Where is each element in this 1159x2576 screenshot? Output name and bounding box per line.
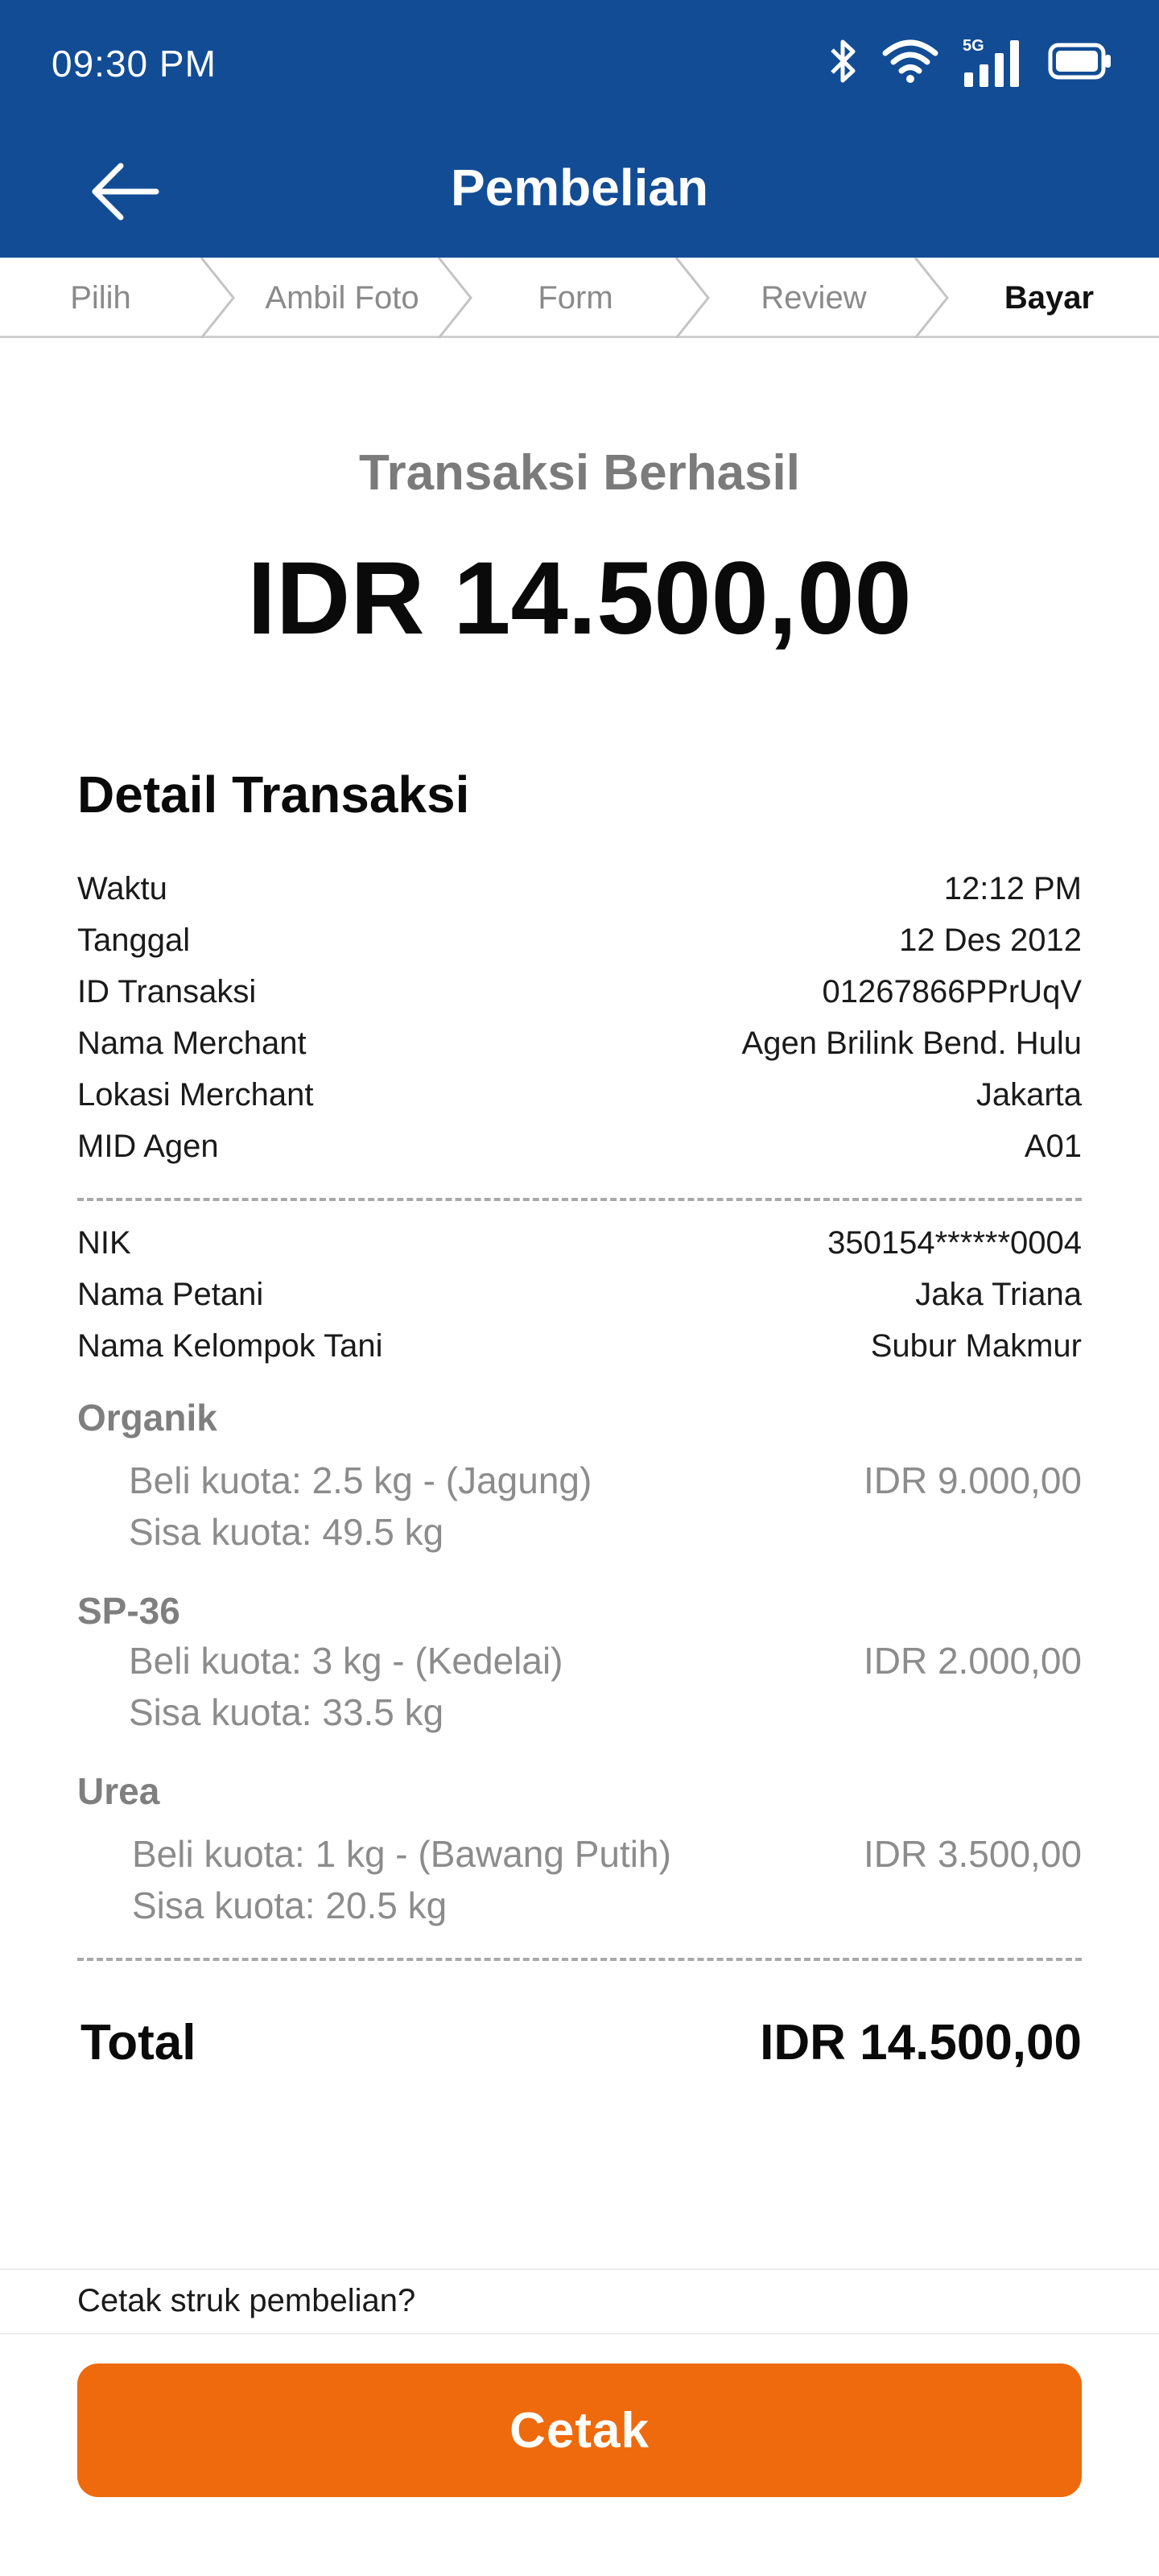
item-purchase: Beli kuota: 3 kg - (Kedelai) (129, 1640, 563, 1682)
footer-divider (0, 2268, 1159, 2270)
page-title: Pembelian (450, 159, 709, 217)
item-category-organik: Organik (77, 1397, 217, 1439)
detail-value: 12:12 PM (943, 871, 1082, 906)
item-category-urea: Urea (77, 1770, 160, 1812)
dashed-divider (77, 1958, 1082, 1961)
detail-row-nama-merchant: Nama Merchant Agen Brilink Bend. Hulu (77, 1026, 1082, 1077)
step-bayar[interactable]: Bayar (939, 258, 1159, 338)
detail-value: 12 Des 2012 (899, 923, 1082, 958)
detail-row-id-transaksi: ID Transaksi 01267866PPrUqV (77, 974, 1082, 1026)
detail-row-nama-kelompok-tani: Nama Kelompok Tani Subur Makmur (77, 1328, 1082, 1380)
detail-row-nik: NIK 350154******0004 (77, 1225, 1082, 1277)
detail-value: Jaka Triana (915, 1277, 1082, 1312)
cellular-signal-icon: 5G (963, 37, 1024, 89)
detail-label: Waktu (77, 871, 167, 906)
step-form[interactable]: Form (463, 258, 688, 338)
wifi-icon (882, 39, 938, 88)
status-icons: 5G (829, 37, 1112, 89)
item-price: IDR 2.000,00 (863, 1640, 1082, 1682)
step-review[interactable]: Review (700, 258, 927, 338)
dashed-divider (77, 1198, 1082, 1201)
detail-label: Tanggal (77, 923, 191, 958)
detail-value: Agen Brilink Bend. Hulu (741, 1026, 1082, 1061)
item-remaining: Sisa kuota: 33.5 kg (129, 1691, 444, 1733)
status-bar: 09:30 PM 5G (0, 0, 1159, 129)
transaction-amount: IDR 14.500,00 (247, 541, 912, 656)
detail-value: 01267866PPrUqV (822, 974, 1082, 1009)
progress-stepper: Pilih Ambil Foto Form Review Bayar (0, 258, 1159, 338)
detail-row-tanggal: Tanggal 12 Des 2012 (77, 923, 1082, 974)
transaction-status: Transaksi Berhasil (359, 445, 800, 501)
item-remaining: Sisa kuota: 20.5 kg (132, 1885, 448, 1926)
detail-label: NIK (77, 1225, 131, 1261)
item-purchase: Beli kuota: 2.5 kg - (Jagung) (129, 1459, 592, 1501)
detail-row-mid-agen: MID Agen A01 (77, 1129, 1082, 1180)
detail-value: Subur Makmur (870, 1328, 1082, 1364)
detail-value: Jakarta (975, 1077, 1082, 1113)
total-value: IDR 14.500,00 (760, 2015, 1082, 2070)
step-ambil-foto[interactable]: Ambil Foto (225, 258, 459, 338)
detail-label: Nama Petani (77, 1277, 264, 1312)
step-pilih[interactable]: Pilih (0, 258, 201, 338)
item-purchase: Beli kuota: 1 kg - (Bawang Putih) (132, 1833, 671, 1875)
total-label: Total (80, 2015, 196, 2070)
app-bar: Pembelian (0, 129, 1159, 258)
print-button[interactable]: Cetak (77, 2363, 1082, 2497)
header: 09:30 PM 5G Pembelian (0, 0, 1159, 258)
battery-icon (1048, 43, 1112, 84)
detail-label: Lokasi Merchant (77, 1077, 314, 1113)
detail-row-nama-petani: Nama Petani Jaka Triana (77, 1277, 1082, 1328)
detail-label: Nama Kelompok Tani (77, 1328, 383, 1364)
item-price: IDR 3.500,00 (863, 1833, 1082, 1875)
detail-value: A01 (1024, 1129, 1082, 1164)
detail-label: Nama Merchant (77, 1026, 307, 1061)
detail-label: MID Agen (77, 1129, 219, 1164)
footer-divider (0, 2333, 1159, 2334)
detail-section-title: Detail Transaksi (77, 766, 470, 824)
detail-label: ID Transaksi (77, 974, 257, 1009)
detail-row-lokasi-merchant: Lokasi Merchant Jakarta (77, 1077, 1082, 1129)
item-category-sp36: SP-36 (77, 1590, 180, 1632)
status-time: 09:30 PM (52, 43, 217, 85)
item-price: IDR 9.000,00 (863, 1459, 1082, 1501)
print-receipt-question: Cetak struk pembelian? (77, 2283, 416, 2318)
detail-value: 350154******0004 (827, 1225, 1082, 1261)
detail-row-waktu: Waktu 12:12 PM (77, 871, 1082, 923)
bluetooth-icon (829, 37, 858, 89)
item-remaining: Sisa kuota: 49.5 kg (129, 1511, 444, 1553)
